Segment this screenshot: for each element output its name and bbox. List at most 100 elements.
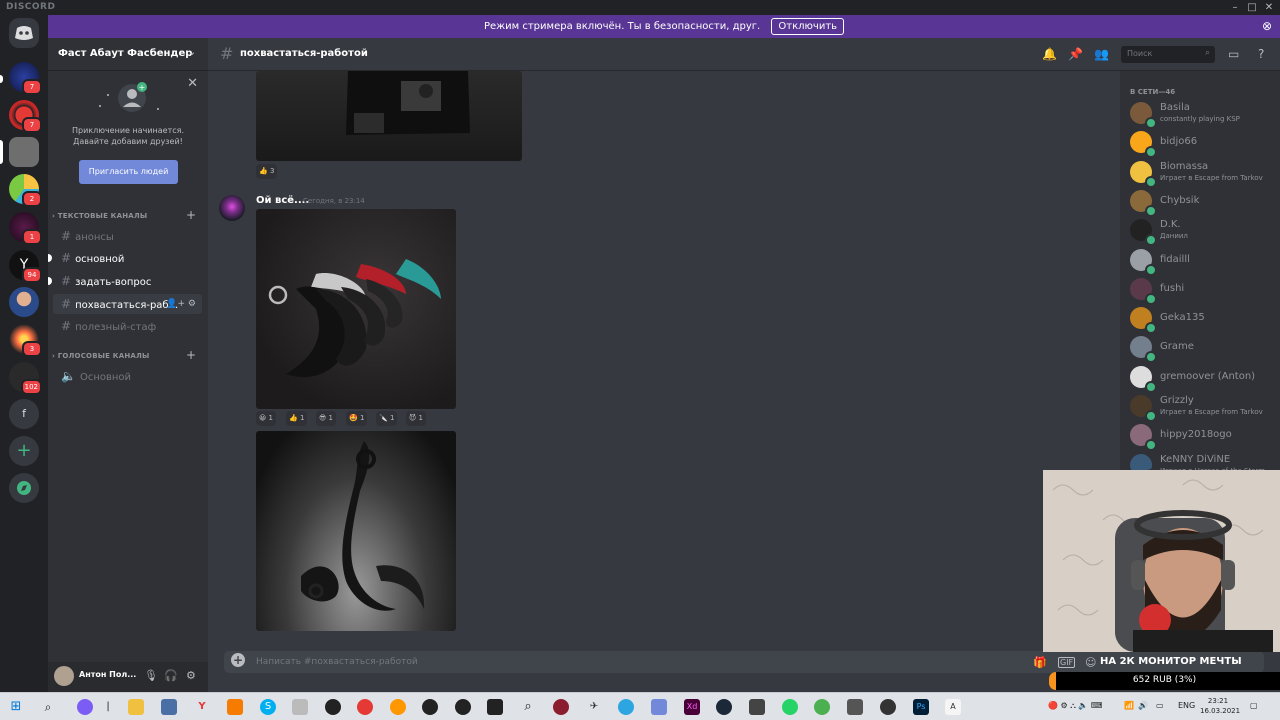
member-item[interactable]: Grame [1130, 333, 1280, 364]
add-channel-icon[interactable]: + [186, 348, 196, 362]
blender-icon[interactable] [390, 699, 406, 715]
server-icon[interactable]: 7 [9, 62, 42, 95]
app-icon[interactable]: A [945, 699, 961, 715]
gear-icon[interactable]: ⚙ [186, 669, 196, 682]
upload-plus-icon[interactable]: + [231, 653, 245, 667]
obs-icon[interactable] [325, 699, 341, 715]
unreal-engine-icon[interactable] [422, 699, 438, 715]
minimize-icon[interactable]: – [1226, 0, 1244, 15]
bell-icon[interactable]: 🔔 [1042, 47, 1057, 61]
battery-icon[interactable]: ▭ [1156, 701, 1164, 710]
add-channel-icon[interactable]: + [186, 208, 196, 222]
attachment-image[interactable] [256, 71, 522, 161]
network-icon[interactable]: 📶 [1124, 701, 1134, 710]
app-icon[interactable] [749, 699, 765, 715]
member-item[interactable]: hippy2018ogo [1130, 421, 1280, 452]
close-icon[interactable]: ✕ [187, 76, 198, 91]
reaction[interactable]: 👍 1 [286, 411, 308, 426]
channel-show-off-work[interactable]: # похвастаться-раб... 👤+ ⚙ [53, 294, 202, 314]
app-icon[interactable] [847, 699, 863, 715]
home-button[interactable] [9, 18, 39, 48]
channel-general[interactable]: # основной [48, 248, 202, 268]
app-icon[interactable]: ⌕ [520, 699, 536, 715]
photoshop-icon[interactable]: Ps [913, 699, 929, 715]
volume-icon[interactable]: 🔊 [1138, 701, 1148, 710]
channel-ask-question[interactable]: # задать-вопрос [48, 271, 202, 291]
member-item[interactable]: Chybsik [1130, 187, 1280, 217]
member-item[interactable]: fushi [1130, 275, 1280, 305]
member-item[interactable]: bidjo66 [1130, 128, 1280, 159]
category-voice-channels[interactable]: › ГОЛОСОВЫЕ КАНАЛЫ [52, 352, 150, 360]
member-item[interactable]: Biomassa Играет в Escape from Tarkov [1130, 158, 1280, 188]
channel-useful-stuff[interactable]: # полезный-стаф [53, 316, 202, 336]
member-item[interactable]: D.K. Даниил [1130, 216, 1280, 247]
reaction[interactable]: 😎 1 [316, 411, 337, 426]
member-item[interactable]: KeNNY DiViNE Играет в Heroes of the Storm [1130, 451, 1280, 471]
unreal-engine-icon[interactable] [455, 699, 471, 715]
member-item[interactable]: Basila constantly playing KSP [1130, 99, 1280, 129]
app-icon[interactable] [553, 699, 569, 715]
steam-icon[interactable] [716, 699, 732, 715]
maximize-icon[interactable]: □ [1243, 0, 1261, 15]
attachment-image[interactable] [256, 431, 456, 631]
headphones-icon[interactable]: 🎧 [164, 669, 178, 682]
app-icon[interactable] [292, 699, 308, 715]
server-icon-cube[interactable] [9, 137, 39, 167]
davinci-resolve-icon[interactable] [880, 699, 896, 715]
tray-icons[interactable]: 🔴 ⚙ ⛬ 🔈 ⌨ [1048, 701, 1102, 711]
channel-settings-icons[interactable]: 👤+ ⚙ [166, 294, 196, 314]
whatsapp-icon[interactable] [782, 699, 798, 715]
clock[interactable]: 23:21 16.03.2021 [1200, 696, 1240, 716]
reaction[interactable]: 😈 1 [406, 411, 427, 426]
yandex-browser-icon[interactable]: Y [194, 699, 210, 715]
member-item[interactable]: fidailll [1130, 246, 1280, 276]
member-item[interactable]: Geka135 [1130, 304, 1280, 335]
voice-channel-main[interactable]: 🔈 Основной [53, 366, 202, 386]
attachment-image[interactable] [256, 209, 456, 409]
reaction[interactable]: 🔪 1 [376, 411, 398, 426]
calculator-icon[interactable] [161, 699, 177, 715]
reaction[interactable]: 👍 3 [256, 164, 278, 179]
skype-icon[interactable]: S [260, 699, 276, 715]
chrome-icon[interactable] [814, 699, 830, 715]
server-icon[interactable]: 2 [9, 174, 42, 207]
server-icon[interactable]: 7 [9, 100, 42, 133]
facebook-icon[interactable]: f [9, 399, 39, 429]
language-indicator[interactable]: ENG [1178, 701, 1195, 710]
server-icon[interactable] [9, 287, 39, 317]
help-icon[interactable]: ? [1258, 47, 1264, 61]
gif-icon[interactable]: GIF [1058, 657, 1076, 668]
inbox-icon[interactable]: ▭ [1228, 47, 1239, 61]
message-author[interactable]: Ой всё.... [256, 195, 309, 206]
alice-assistant-icon[interactable] [77, 699, 93, 715]
close-icon[interactable]: ⊗ [1262, 15, 1272, 38]
discord-icon[interactable] [651, 699, 667, 715]
server-icon[interactable]: 3 [9, 324, 42, 357]
avatar[interactable] [219, 195, 245, 221]
invite-people-button[interactable]: Пригласить людей [79, 160, 178, 184]
sublime-text-icon[interactable] [227, 699, 243, 715]
server-icon-y[interactable]: Y 94 [9, 250, 42, 283]
disable-streamer-mode-button[interactable]: Отключить [771, 17, 845, 35]
category-text-channels[interactable]: › ТЕКСТОВЫЕ КАНАЛЫ [52, 212, 147, 220]
app-icon[interactable] [357, 699, 373, 715]
microphone-icon[interactable]: 🎙 [144, 669, 158, 682]
file-explorer-icon[interactable] [128, 699, 144, 715]
app-icon[interactable]: ✈ [586, 699, 602, 715]
adobe-xd-icon[interactable]: Xd [684, 699, 700, 715]
reaction[interactable]: 😀 1 [256, 411, 277, 426]
server-icon[interactable]: 1 [9, 212, 42, 245]
server-icon[interactable]: 102 [9, 362, 42, 395]
explore-servers-icon[interactable] [9, 473, 39, 503]
avatar[interactable] [54, 666, 74, 686]
search-icon[interactable]: ⌕ [40, 699, 56, 715]
reaction[interactable]: 🤩 1 [346, 411, 368, 426]
notifications-icon[interactable]: ▢ [1250, 701, 1258, 710]
server-header[interactable]: Фаст Абаут Фасбендер ⌄ [48, 38, 208, 71]
search-input[interactable]: Поиск ⌕ [1121, 46, 1215, 63]
telegram-icon[interactable] [618, 699, 634, 715]
emoji-icon[interactable]: ☺ [1085, 656, 1096, 669]
gift-icon[interactable]: 🎁 [1033, 656, 1047, 669]
member-item[interactable]: gremoover (Anton) [1130, 363, 1280, 393]
close-window-icon[interactable]: ✕ [1260, 0, 1278, 15]
